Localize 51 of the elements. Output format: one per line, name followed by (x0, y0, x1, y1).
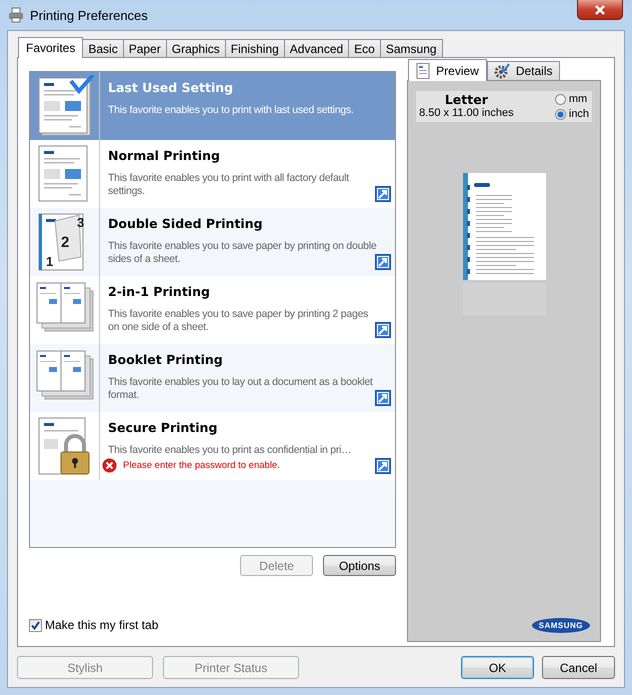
shortcut-icon[interactable] (375, 458, 392, 474)
error-message: Please enter the password to enable. (123, 460, 280, 471)
tab[interactable]: Paper (122, 39, 167, 57)
favorite-item[interactable]: 2-in-1 Printing This favorite enables you to save paper by printing 2 pages on one side of a sheet. (30, 276, 396, 344)
favorite-title: Double Sided Printing (108, 216, 264, 233)
favorite-title: Last Used Setting (108, 80, 234, 97)
tab[interactable]: Basic (82, 39, 124, 57)
favorite-title: Secure Printing (108, 420, 218, 437)
dialog-button[interactable]: Cancel (542, 656, 615, 679)
tab[interactable]: Samsung (380, 39, 443, 57)
brand-logo: SAMSUNG (532, 618, 590, 633)
radio-label: mm (568, 93, 588, 105)
paper-name: Letter (444, 92, 489, 107)
checkbox-label: Make this my first tab (45, 618, 158, 632)
favorite-description: This favorite enables you to save paper by printing on double sides of a sheet. (108, 240, 378, 266)
radio-button[interactable] (554, 108, 566, 120)
favorite-description: This favorite enables you to print with last used settings. (108, 104, 355, 117)
list-button[interactable]: Options (323, 555, 396, 576)
tab[interactable]: Advanced (284, 39, 350, 57)
paper-size: 8.50 x 11.00 inches (419, 107, 514, 119)
close-button[interactable] (577, 0, 623, 20)
tab[interactable]: Graphics (166, 39, 226, 57)
check-icon (31, 620, 40, 630)
favorite-description: This favorite enables you to print as confidential in pri… (108, 444, 352, 457)
favorite-title: Normal Printing (108, 148, 221, 165)
preview-tab[interactable]: Details (486, 61, 560, 80)
favorite-item[interactable]: Normal Printing This favorite enables you to print with all factory default settings. (30, 140, 396, 208)
window-title: Printing Preferences (30, 8, 148, 22)
shortcut-icon[interactable] (375, 322, 392, 338)
close-icon (594, 4, 606, 14)
tab[interactable]: Finishing (224, 39, 285, 57)
dialog-button[interactable]: OK (461, 656, 534, 679)
favorite-description: This favorite enables you to print with all factory default settings. (108, 172, 350, 198)
printer-icon (8, 7, 24, 23)
tab[interactable]: Eco (348, 39, 381, 57)
radio-button[interactable] (554, 94, 566, 104)
tab[interactable]: Favorites (18, 37, 84, 58)
favorite-item[interactable]: Secure Printing This favorite enables you to print as confidential in pri… Please enter the password to enable. (30, 412, 396, 480)
page-icon (416, 62, 430, 78)
gear-icon (494, 63, 510, 79)
checkbox[interactable] (29, 618, 42, 632)
favorite-title: 2-in-1 Printing (108, 284, 211, 301)
radio-label: inch (568, 108, 590, 120)
favorite-title: Booklet Printing (108, 352, 224, 369)
shortcut-icon[interactable] (375, 186, 392, 202)
error-icon (102, 458, 117, 473)
favorite-description: This favorite enables you to lay out a document as a booklet format. (108, 376, 374, 402)
favorite-description: This favorite enables you to save paper by printing 2 pages on one side of a sheet. (108, 308, 370, 334)
shortcut-icon[interactable] (375, 254, 392, 270)
shortcut-icon[interactable] (375, 390, 392, 406)
preview-tab[interactable]: Preview (408, 59, 487, 81)
